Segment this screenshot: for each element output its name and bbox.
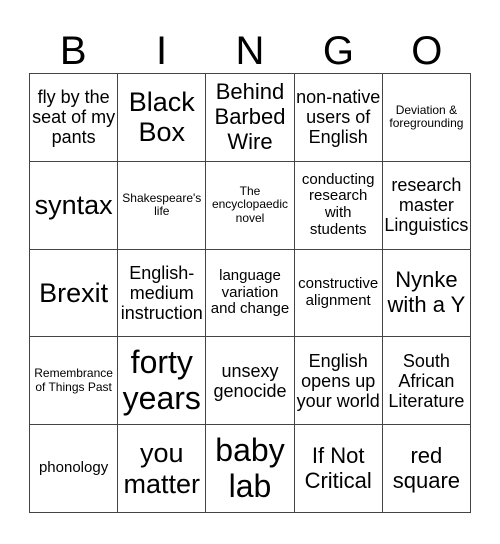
bingo-cell[interactable]: Nynke with a Y (382, 249, 471, 338)
bingo-cell[interactable]: English-medium instruction (118, 249, 207, 338)
bingo-cell[interactable]: fly by the seat of my pants (30, 74, 119, 162)
header-letter-b: B (59, 29, 87, 73)
bingo-grid: fly by the seat of my pants Black Box Be… (29, 73, 471, 513)
bingo-cell[interactable]: Black Box (118, 74, 207, 162)
bingo-cell[interactable]: research master Linguistics (382, 161, 471, 250)
bingo-cell[interactable]: language variation and change (206, 249, 295, 338)
bingo-cell[interactable]: The encyclopaedic novel (206, 161, 295, 250)
bingo-cell[interactable]: non-native users of English (294, 74, 383, 162)
bingo-header: B I N G O (29, 28, 471, 74)
bingo-cell[interactable]: you matter (118, 425, 207, 513)
bingo-cell[interactable]: constructive alignment (294, 249, 383, 338)
bingo-cell[interactable]: Remembrance of Things Past (30, 337, 119, 426)
header-letter-n: N (235, 29, 265, 73)
bingo-cell[interactable]: Brexit (30, 249, 119, 338)
bingo-cell[interactable]: syntax (30, 161, 119, 250)
header-letter-g: G (322, 29, 354, 73)
bingo-cell[interactable]: baby lab (206, 425, 295, 513)
bingo-cell[interactable]: English opens up your world (294, 337, 383, 426)
header-letter-i: I (156, 29, 168, 73)
bingo-cell[interactable]: phonology (30, 425, 119, 513)
bingo-cell[interactable]: South African Literature (382, 337, 471, 426)
bingo-cell[interactable]: forty years (118, 337, 207, 426)
bingo-cell[interactable]: unsexy genocide (206, 337, 295, 426)
bingo-cell[interactable]: conducting research with students (294, 161, 383, 250)
bingo-cell[interactable]: Shakespeare's life (118, 161, 207, 250)
header-letter-o: O (411, 29, 443, 73)
bingo-cell[interactable]: red square (382, 425, 471, 513)
bingo-cell[interactable]: Deviation & foregrounding (382, 74, 471, 162)
bingo-cell[interactable]: Behind Barbed Wire (206, 74, 295, 162)
bingo-cell[interactable]: If Not Critical (294, 425, 383, 513)
